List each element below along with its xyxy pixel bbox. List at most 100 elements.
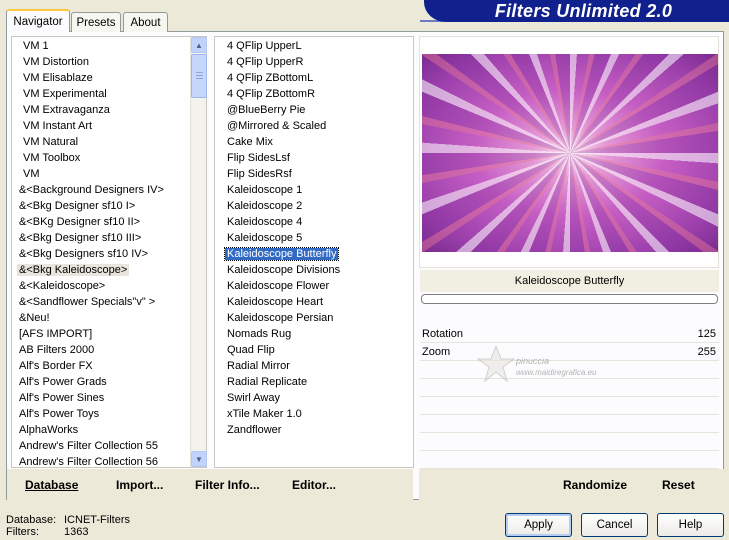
category-item-label: VM Natural bbox=[23, 136, 79, 148]
tab-presets-label: Presets bbox=[76, 16, 116, 29]
category-item[interactable]: VM bbox=[12, 166, 192, 182]
scroll-thumb[interactable] bbox=[191, 54, 207, 98]
filter-item[interactable]: Kaleidoscope 5 bbox=[219, 230, 413, 246]
filter-item[interactable]: Kaleidoscope 1 bbox=[219, 182, 413, 198]
watermark: pinuccia www.maidiregrafica.eu bbox=[476, 344, 626, 392]
help-button[interactable]: Help bbox=[657, 513, 724, 537]
cancel-button[interactable]: Cancel bbox=[581, 513, 648, 537]
filter-item-label: Quad Flip bbox=[227, 344, 275, 356]
filter-item-label: Kaleidoscope 1 bbox=[227, 184, 303, 196]
category-item[interactable]: AlphaWorks bbox=[12, 422, 192, 438]
param-rotation-label: Rotation bbox=[422, 328, 463, 340]
category-item[interactable]: &<Bkg Designer sf10 III> bbox=[12, 230, 192, 246]
filter-item-label: Flip SidesLsf bbox=[227, 152, 290, 164]
category-item[interactable]: Alf's Power Grads bbox=[12, 374, 192, 390]
filter-item[interactable]: Flip SidesRsf bbox=[219, 166, 413, 182]
tab-about[interactable]: About bbox=[123, 12, 168, 32]
database-button[interactable]: Database bbox=[25, 478, 78, 492]
filter-item[interactable]: Kaleidoscope Divisions bbox=[219, 262, 413, 278]
filter-item[interactable]: @BlueBerry Pie bbox=[219, 102, 413, 118]
filter-item-label: Radial Mirror bbox=[227, 360, 290, 372]
filter-item-label: 4 QFlip UpperL bbox=[227, 40, 302, 52]
editor-button[interactable]: Editor... bbox=[292, 478, 336, 492]
filter-item[interactable]: Kaleidoscope Flower bbox=[219, 278, 413, 294]
tab-presets[interactable]: Presets bbox=[71, 12, 121, 32]
randomize-button[interactable]: Randomize bbox=[563, 478, 627, 492]
category-item[interactable]: VM Distortion bbox=[12, 54, 192, 70]
filter-item-label: Nomads Rug bbox=[227, 328, 292, 340]
category-item-label: VM 1 bbox=[23, 40, 49, 52]
filter-item[interactable]: 4 QFlip UpperL bbox=[219, 38, 413, 54]
category-item-label: Alf's Border FX bbox=[19, 360, 93, 372]
category-item[interactable]: VM Elisablaze bbox=[12, 70, 192, 86]
category-item[interactable]: Alf's Power Sines bbox=[12, 390, 192, 406]
filter-item[interactable]: Radial Replicate bbox=[219, 374, 413, 390]
category-item-label: AB Filters 2000 bbox=[19, 344, 95, 356]
category-item-label: [AFS IMPORT] bbox=[19, 328, 93, 340]
filter-item[interactable]: Zandflower bbox=[219, 422, 413, 438]
reset-button[interactable]: Reset bbox=[662, 478, 695, 492]
filter-item[interactable]: xTile Maker 1.0 bbox=[219, 406, 413, 422]
filter-item-label: 4 QFlip ZBottomR bbox=[227, 88, 316, 100]
category-item[interactable]: &<Bkg Designer sf10 I> bbox=[12, 198, 192, 214]
filter-item[interactable]: Kaleidoscope Butterfly bbox=[219, 246, 413, 262]
filter-item[interactable]: Kaleidoscope 4 bbox=[219, 214, 413, 230]
category-list[interactable]: VM 1 VM Distortion VM Elisablaze VM Experim… bbox=[11, 36, 207, 468]
filter-item[interactable]: Cake Mix bbox=[219, 134, 413, 150]
scroll-down-button[interactable]: ▼ bbox=[191, 451, 207, 467]
category-item[interactable]: &<Background Designers IV> bbox=[12, 182, 192, 198]
category-item[interactable]: Alf's Border FX bbox=[12, 358, 192, 374]
filter-item-label: Cake Mix bbox=[227, 136, 273, 148]
category-item[interactable]: &<BKg Designer sf10 II> bbox=[12, 214, 192, 230]
filter-info-button[interactable]: Filter Info... bbox=[195, 478, 260, 492]
import-button[interactable]: Import... bbox=[116, 478, 163, 492]
filter-item-label: Kaleidoscope 2 bbox=[227, 200, 303, 212]
filter-item[interactable]: 4 QFlip ZBottomR bbox=[219, 86, 413, 102]
filter-item-label: Flip SidesRsf bbox=[227, 168, 292, 180]
tab-navigator[interactable]: Navigator bbox=[6, 9, 70, 32]
category-item[interactable]: VM Natural bbox=[12, 134, 192, 150]
category-item[interactable]: VM Experimental bbox=[12, 86, 192, 102]
filter-item[interactable]: 4 QFlip UpperR bbox=[219, 54, 413, 70]
param-zoom-label: Zoom bbox=[422, 346, 451, 358]
filter-item[interactable]: Kaleidoscope 2 bbox=[219, 198, 413, 214]
tab-navigator-label: Navigator bbox=[13, 15, 63, 28]
category-item[interactable]: Alf's Power Toys bbox=[12, 406, 192, 422]
filter-item-label: Kaleidoscope Flower bbox=[227, 280, 330, 292]
category-item[interactable]: &<Kaleidoscope> bbox=[12, 278, 192, 294]
category-item[interactable]: VM Extravaganza bbox=[12, 102, 192, 118]
category-item[interactable]: Andrew's Filter Collection 55 bbox=[12, 438, 192, 454]
filter-item[interactable]: Nomads Rug bbox=[219, 326, 413, 342]
tab-about-label: About bbox=[130, 16, 161, 29]
filter-item[interactable]: @Mirrored & Scaled bbox=[219, 118, 413, 134]
filter-item[interactable]: Radial Mirror bbox=[219, 358, 413, 374]
category-item[interactable]: [AFS IMPORT] bbox=[12, 326, 192, 342]
scroll-up-button[interactable]: ▲ bbox=[191, 37, 207, 53]
category-item[interactable]: VM Toolbox bbox=[12, 150, 192, 166]
category-item[interactable]: Andrew's Filter Collection 56 bbox=[12, 454, 192, 467]
filter-item[interactable]: Kaleidoscope Heart bbox=[219, 294, 413, 310]
filter-item-label: xTile Maker 1.0 bbox=[227, 408, 302, 420]
filter-item[interactable]: Swirl Away bbox=[219, 390, 413, 406]
category-item-label: VM Instant Art bbox=[23, 120, 93, 132]
category-item[interactable]: &Neu! bbox=[12, 310, 192, 326]
filter-item[interactable]: Kaleidoscope Persian bbox=[219, 310, 413, 326]
status-filters-label: Filters: bbox=[6, 526, 39, 538]
category-item[interactable]: VM Instant Art bbox=[12, 118, 192, 134]
category-item[interactable]: &<Bkg Designers sf10 IV> bbox=[12, 246, 192, 262]
apply-button[interactable]: Apply bbox=[505, 513, 572, 537]
filter-item[interactable]: 4 QFlip ZBottomL bbox=[219, 70, 413, 86]
category-item[interactable]: AB Filters 2000 bbox=[12, 342, 192, 358]
category-scrollbar[interactable]: ▲ ▼ bbox=[190, 37, 207, 467]
param-empty-row bbox=[420, 433, 719, 451]
param-rotation-value: 125 bbox=[697, 328, 716, 340]
category-item-label: &Neu! bbox=[19, 312, 50, 324]
filter-list[interactable]: 4 QFlip UpperL 4 QFlip UpperR 4 QFlip ZBot… bbox=[214, 36, 414, 468]
category-item-label: AlphaWorks bbox=[19, 424, 79, 436]
filter-item[interactable]: Quad Flip bbox=[219, 342, 413, 358]
category-item[interactable]: VM 1 bbox=[12, 38, 192, 54]
category-item[interactable]: &<Sandflower Specials"v" > bbox=[12, 294, 192, 310]
category-item[interactable]: &<Bkg Kaleidoscope> bbox=[12, 262, 192, 278]
filter-item[interactable]: Flip SidesLsf bbox=[219, 150, 413, 166]
param-rotation[interactable]: Rotation 125 bbox=[420, 325, 719, 343]
